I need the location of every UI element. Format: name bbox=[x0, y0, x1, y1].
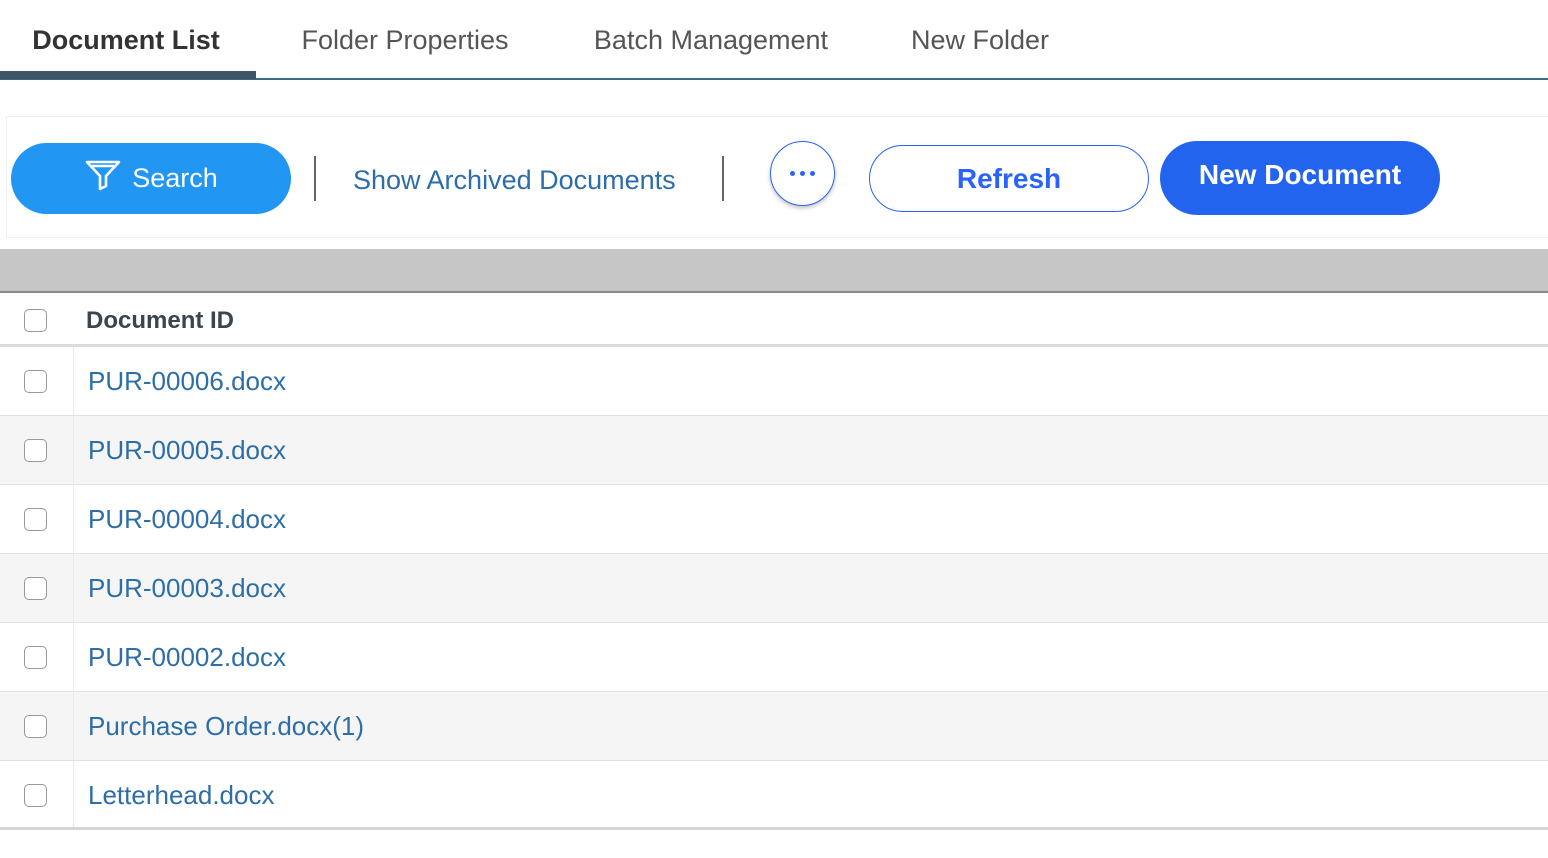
table-header-row: Document ID bbox=[0, 295, 1548, 347]
document-link[interactable]: PUR-00002.docx bbox=[88, 623, 286, 692]
filter-icon bbox=[84, 158, 122, 199]
tab-bar: Document List Folder Properties Batch Ma… bbox=[0, 0, 1548, 80]
document-link[interactable]: PUR-00003.docx bbox=[88, 554, 286, 623]
row-checkbox[interactable] bbox=[24, 508, 47, 531]
row-checkbox[interactable] bbox=[24, 646, 47, 669]
select-all-checkbox[interactable] bbox=[24, 309, 47, 332]
table-row: PUR-00006.docx bbox=[0, 347, 1548, 416]
table-toolbar-bar bbox=[0, 249, 1548, 293]
row-checkbox[interactable] bbox=[24, 715, 47, 738]
row-checkbox[interactable] bbox=[24, 439, 47, 462]
tab-new-folder[interactable]: New Folder bbox=[892, 0, 1068, 80]
table-row: Letterhead.docx bbox=[0, 761, 1548, 830]
search-button[interactable]: Search bbox=[11, 143, 291, 214]
document-link[interactable]: PUR-00004.docx bbox=[88, 485, 286, 554]
table-row: Purchase Order.docx(1) bbox=[0, 692, 1548, 761]
table-row: PUR-00005.docx bbox=[0, 416, 1548, 485]
ellipsis-icon bbox=[790, 171, 815, 176]
row-checkbox[interactable] bbox=[24, 784, 47, 807]
more-actions-button[interactable] bbox=[770, 141, 835, 206]
toolbar-divider bbox=[722, 156, 724, 201]
table-row: PUR-00003.docx bbox=[0, 554, 1548, 623]
toolbar-divider bbox=[314, 156, 316, 201]
document-link[interactable]: PUR-00006.docx bbox=[88, 347, 286, 416]
search-button-label: Search bbox=[132, 163, 218, 193]
column-header-document-id[interactable]: Document ID bbox=[86, 307, 234, 335]
show-archived-documents-link[interactable]: Show Archived Documents bbox=[353, 160, 676, 200]
document-table: Document ID PUR-00006.docx PUR-00005.doc… bbox=[0, 295, 1548, 830]
active-tab-indicator bbox=[0, 71, 256, 79]
row-checkbox[interactable] bbox=[24, 370, 47, 393]
document-link[interactable]: Letterhead.docx bbox=[88, 761, 274, 830]
row-checkbox[interactable] bbox=[24, 577, 47, 600]
document-link[interactable]: Purchase Order.docx(1) bbox=[88, 692, 364, 761]
refresh-button[interactable]: Refresh bbox=[869, 145, 1149, 212]
document-link[interactable]: PUR-00005.docx bbox=[88, 416, 286, 485]
table-row: PUR-00002.docx bbox=[0, 623, 1548, 692]
tab-folder-properties[interactable]: Folder Properties bbox=[278, 0, 532, 80]
tab-document-list[interactable]: Document List bbox=[0, 0, 252, 80]
table-row: PUR-00004.docx bbox=[0, 485, 1548, 554]
tab-batch-management[interactable]: Batch Management bbox=[570, 0, 852, 80]
new-document-button[interactable]: New Document bbox=[1160, 141, 1440, 215]
